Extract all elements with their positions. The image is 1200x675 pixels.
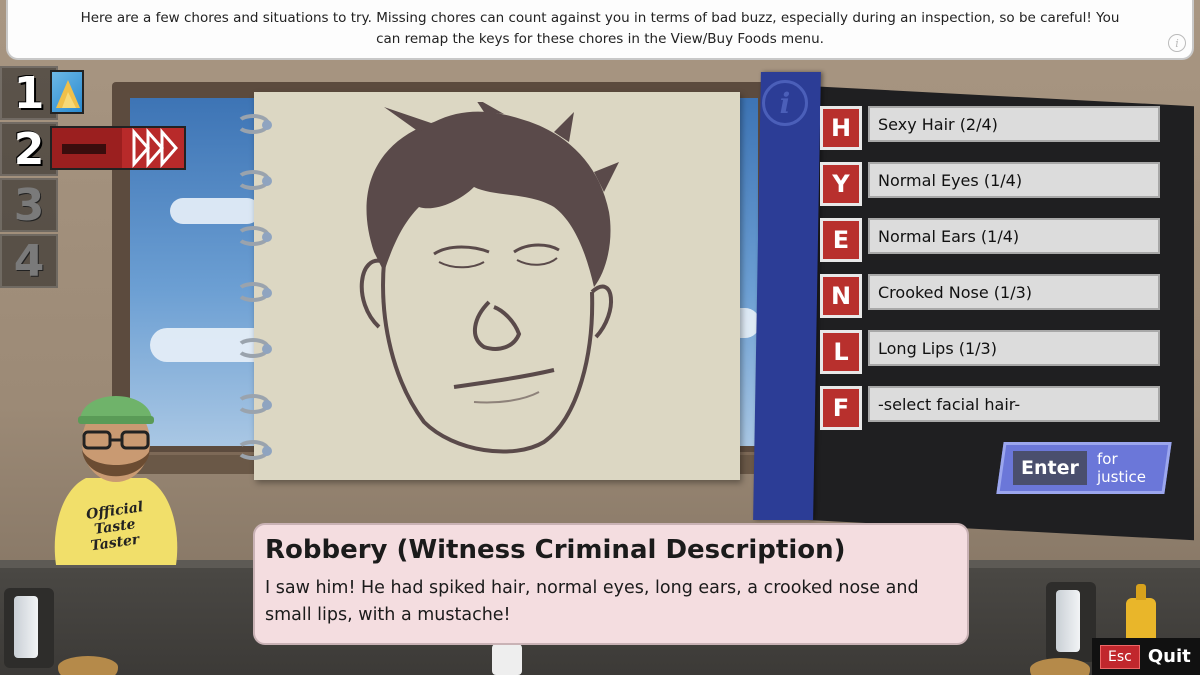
esc-key: Esc [1100,644,1140,669]
food-tray [1030,658,1090,675]
hint-text: Here are a few chores and situations to … [80,10,1120,47]
taste-tester-character: Official Taste Taster [54,396,178,565]
sketch-notepad [236,92,740,480]
slot-number: 2 [13,123,45,175]
dialog-title: Robbery (Witness Criminal Description) [265,535,846,565]
heat-lamp [4,588,54,668]
info-icon[interactable]: i [762,80,808,126]
option-label[interactable]: Crooked Nose (1/3) [868,274,1160,310]
option-hair[interactable]: H Sexy Hair (2/4) [820,104,1170,150]
order-slot-4[interactable]: 4 [0,234,58,288]
slot-number: 1 [13,67,45,119]
option-label[interactable]: -select facial hair- [868,386,1160,422]
nacho-icon [50,70,84,114]
option-ears[interactable]: E Normal Ears (1/4) [820,216,1170,262]
option-eyes[interactable]: Y Normal Eyes (1/4) [820,160,1170,206]
food-tray [58,656,118,675]
binder-ring [236,440,272,460]
mustard-bottle [1126,584,1156,643]
cloud [170,198,260,224]
binder-ring [236,114,272,134]
binder-ring [236,226,272,246]
witness-dialog: Robbery (Witness Criminal Description) I… [253,523,969,645]
option-label[interactable]: Sexy Hair (2/4) [868,106,1160,142]
binder-ring [236,394,272,414]
ketchup-dispenser [492,644,522,675]
hotkey-badge: Y [820,162,862,206]
option-facial-hair[interactable]: F -select facial hair- [820,384,1170,430]
enter-label: for justice [1096,450,1146,486]
enter-key: Enter [1013,451,1087,485]
option-label[interactable]: Normal Eyes (1/4) [868,162,1160,198]
option-lips[interactable]: L Long Lips (1/3) [820,328,1170,374]
slot-number: 3 [13,179,45,231]
binder-ring [236,338,272,358]
option-label[interactable]: Normal Ears (1/4) [868,218,1160,254]
binder-ring [236,282,272,302]
heat-lamp [1046,582,1096,662]
hotkey-badge: F [820,386,862,430]
submit-button[interactable]: Enter for justice [996,442,1172,494]
info-icon[interactable]: i [1168,34,1186,52]
hint-bar: Here are a few chores and situations to … [6,0,1194,60]
panel-strip [753,72,821,520]
hotkey-badge: E [820,218,862,262]
slot-number: 4 [13,235,45,287]
hotkey-badge: L [820,330,862,374]
hotkey-badge: H [820,106,862,150]
suspect-sketch [359,102,619,454]
police-car-icon [50,126,186,170]
option-nose[interactable]: N Crooked Nose (1/3) [820,272,1170,318]
binder-ring [236,170,272,190]
option-label[interactable]: Long Lips (1/3) [868,330,1160,366]
order-slot-3[interactable]: 3 [0,178,58,232]
quit-button[interactable]: Esc Quit [1092,638,1200,675]
quit-label: Quit [1147,646,1191,667]
hotkey-badge: N [820,274,862,318]
dialog-body: I saw him! He had spiked hair, normal ey… [265,578,919,625]
